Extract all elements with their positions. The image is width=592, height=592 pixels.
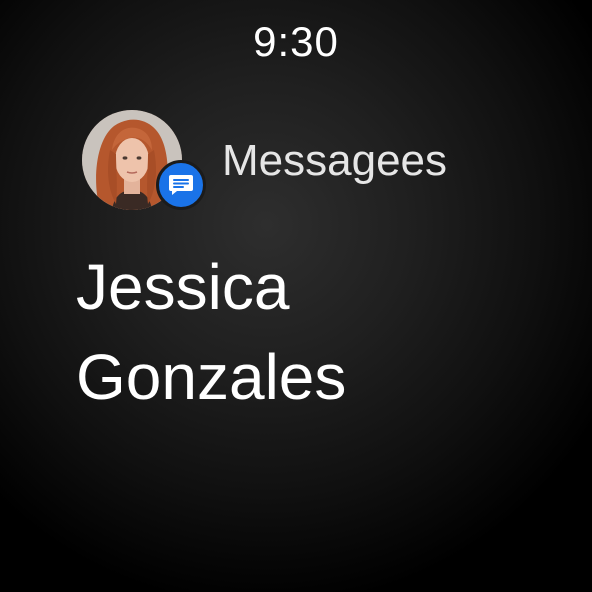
- contact-last-name: Gonzales: [76, 341, 347, 413]
- status-time: 9:30: [253, 18, 339, 65]
- message-bubble-icon: [169, 175, 193, 195]
- messages-icon: [156, 160, 206, 210]
- contact-first-name: Jessica: [76, 251, 290, 323]
- notification-header[interactable]: Messagees: [82, 110, 502, 210]
- app-name: Messagees: [222, 136, 448, 185]
- contact-name[interactable]: Jessica Gonzales: [76, 242, 536, 422]
- watch-screen: 9:30 Messagees Jessica Gonzales: [0, 0, 592, 592]
